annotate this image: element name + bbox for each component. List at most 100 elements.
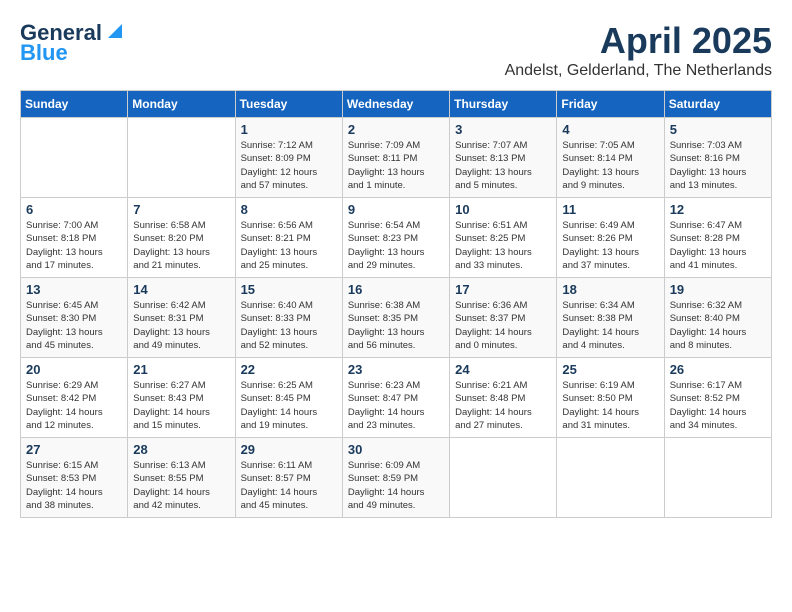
day-info: Sunrise: 6:25 AM Sunset: 8:45 PM Dayligh…: [241, 379, 337, 432]
day-number: 19: [670, 282, 766, 297]
week-row-4: 20 Sunrise: 6:29 AM Sunset: 8:42 PM Dayli…: [21, 358, 772, 438]
day-info: Sunrise: 7:09 AM Sunset: 8:11 PM Dayligh…: [348, 139, 444, 192]
calendar-cell-w5-d7: [664, 438, 771, 518]
calendar-cell-w1-d1: [21, 118, 128, 198]
calendar-cell-w1-d6: 4 Sunrise: 7:05 AM Sunset: 8:14 PM Daylig…: [557, 118, 664, 198]
day-number: 27: [26, 442, 122, 457]
calendar-cell-w3-d5: 17 Sunrise: 6:36 AM Sunset: 8:37 PM Dayli…: [450, 278, 557, 358]
day-info: Sunrise: 6:49 AM Sunset: 8:26 PM Dayligh…: [562, 219, 658, 272]
week-row-5: 27Sunrise: 6:15 AM Sunset: 8:53 PM Dayli…: [21, 438, 772, 518]
calendar-cell-w5-d6: [557, 438, 664, 518]
day-number: 10: [455, 202, 551, 217]
logo-triangle-icon: [104, 20, 126, 42]
day-info: Sunrise: 6:38 AM Sunset: 8:35 PM Dayligh…: [348, 299, 444, 352]
day-info: Sunrise: 6:13 AM Sunset: 8:55 PM Dayligh…: [133, 459, 229, 512]
calendar-cell-w2-d1: 6 Sunrise: 7:00 AM Sunset: 8:18 PM Daylig…: [21, 198, 128, 278]
day-info: Sunrise: 7:12 AM Sunset: 8:09 PM Dayligh…: [241, 139, 337, 192]
day-info: Sunrise: 6:58 AM Sunset: 8:20 PM Dayligh…: [133, 219, 229, 272]
day-info: Sunrise: 6:32 AM Sunset: 8:40 PM Dayligh…: [670, 299, 766, 352]
day-info: Sunrise: 6:21 AM Sunset: 8:48 PM Dayligh…: [455, 379, 551, 432]
calendar-cell-w4-d6: 25Sunrise: 6:19 AM Sunset: 8:50 PM Dayli…: [557, 358, 664, 438]
calendar-cell-w2-d4: 9 Sunrise: 6:54 AM Sunset: 8:23 PM Daylig…: [342, 198, 449, 278]
day-info: Sunrise: 6:42 AM Sunset: 8:31 PM Dayligh…: [133, 299, 229, 352]
day-info: Sunrise: 6:56 AM Sunset: 8:21 PM Dayligh…: [241, 219, 337, 272]
day-number: 15: [241, 282, 337, 297]
logo-blue: Blue: [20, 40, 68, 66]
day-info: Sunrise: 6:11 AM Sunset: 8:57 PM Dayligh…: [241, 459, 337, 512]
day-info: Sunrise: 6:45 AM Sunset: 8:30 PM Dayligh…: [26, 299, 122, 352]
day-number: 16: [348, 282, 444, 297]
day-info: Sunrise: 6:54 AM Sunset: 8:23 PM Dayligh…: [348, 219, 444, 272]
month-year-title: April 2025: [505, 20, 772, 62]
calendar-cell-w5-d2: 28 Sunrise: 6:13 AM Sunset: 8:55 PM Dayli…: [128, 438, 235, 518]
day-number: 18: [562, 282, 658, 297]
day-info: Sunrise: 6:29 AM Sunset: 8:42 PM Dayligh…: [26, 379, 122, 432]
calendar-cell-w4-d4: 23 Sunrise: 6:23 AM Sunset: 8:47 PM Dayli…: [342, 358, 449, 438]
calendar-cell-w3-d3: 15 Sunrise: 6:40 AM Sunset: 8:33 PM Dayli…: [235, 278, 342, 358]
day-number: 1: [241, 122, 337, 137]
day-number: 29: [241, 442, 337, 457]
day-number: 26: [670, 362, 766, 377]
calendar-cell-w1-d7: 5 Sunrise: 7:03 AM Sunset: 8:16 PM Daylig…: [664, 118, 771, 198]
day-number: 7: [133, 202, 229, 217]
day-info: Sunrise: 6:23 AM Sunset: 8:47 PM Dayligh…: [348, 379, 444, 432]
day-number: 8: [241, 202, 337, 217]
calendar-cell-w1-d2: [128, 118, 235, 198]
calendar-cell-w3-d7: 19 Sunrise: 6:32 AM Sunset: 8:40 PM Dayli…: [664, 278, 771, 358]
calendar-cell-w1-d3: 1 Sunrise: 7:12 AM Sunset: 8:09 PM Daylig…: [235, 118, 342, 198]
logo: General Blue: [20, 20, 126, 66]
day-info: Sunrise: 6:17 AM Sunset: 8:52 PM Dayligh…: [670, 379, 766, 432]
day-number: 11: [562, 202, 658, 217]
day-info: Sunrise: 6:34 AM Sunset: 8:38 PM Dayligh…: [562, 299, 658, 352]
day-number: 24: [455, 362, 551, 377]
day-number: 17: [455, 282, 551, 297]
week-row-1: 1 Sunrise: 7:12 AM Sunset: 8:09 PM Daylig…: [21, 118, 772, 198]
day-info: Sunrise: 6:40 AM Sunset: 8:33 PM Dayligh…: [241, 299, 337, 352]
calendar-table: Sunday Monday Tuesday Wednesday Thursday…: [20, 90, 772, 518]
day-number: 28: [133, 442, 229, 457]
day-number: 3: [455, 122, 551, 137]
page-header: General Blue April 2025 Andelst, Gelderl…: [20, 20, 772, 80]
day-number: 12: [670, 202, 766, 217]
day-number: 9: [348, 202, 444, 217]
day-number: 20: [26, 362, 122, 377]
calendar-cell-w3-d4: 16 Sunrise: 6:38 AM Sunset: 8:35 PM Dayli…: [342, 278, 449, 358]
day-number: 21: [133, 362, 229, 377]
calendar-cell-w4-d7: 26 Sunrise: 6:17 AM Sunset: 8:52 PM Dayli…: [664, 358, 771, 438]
day-number: 4: [562, 122, 658, 137]
location-subtitle: Andelst, Gelderland, The Netherlands: [505, 62, 772, 80]
header-wednesday: Wednesday: [342, 91, 449, 118]
calendar-cell-w3-d2: 14 Sunrise: 6:42 AM Sunset: 8:31 PM Dayli…: [128, 278, 235, 358]
calendar-cell-w2-d5: 10 Sunrise: 6:51 AM Sunset: 8:25 PM Dayli…: [450, 198, 557, 278]
calendar-header-row: Sunday Monday Tuesday Wednesday Thursday…: [21, 91, 772, 118]
day-info: Sunrise: 6:51 AM Sunset: 8:25 PM Dayligh…: [455, 219, 551, 272]
day-number: 13: [26, 282, 122, 297]
header-thursday: Thursday: [450, 91, 557, 118]
calendar-cell-w3-d1: 13 Sunrise: 6:45 AM Sunset: 8:30 PM Dayli…: [21, 278, 128, 358]
calendar-cell-w4-d1: 20 Sunrise: 6:29 AM Sunset: 8:42 PM Dayli…: [21, 358, 128, 438]
header-friday: Friday: [557, 91, 664, 118]
calendar-cell-w5-d4: 30 Sunrise: 6:09 AM Sunset: 8:59 PM Dayli…: [342, 438, 449, 518]
calendar-cell-w4-d2: 21Sunrise: 6:27 AM Sunset: 8:43 PM Dayli…: [128, 358, 235, 438]
day-info: Sunrise: 7:03 AM Sunset: 8:16 PM Dayligh…: [670, 139, 766, 192]
day-number: 30: [348, 442, 444, 457]
day-number: 23: [348, 362, 444, 377]
day-number: 22: [241, 362, 337, 377]
day-info: Sunrise: 6:47 AM Sunset: 8:28 PM Dayligh…: [670, 219, 766, 272]
day-info: Sunrise: 7:00 AM Sunset: 8:18 PM Dayligh…: [26, 219, 122, 272]
day-number: 6: [26, 202, 122, 217]
calendar-cell-w1-d5: 3 Sunrise: 7:07 AM Sunset: 8:13 PM Daylig…: [450, 118, 557, 198]
calendar-cell-w5-d5: [450, 438, 557, 518]
day-info: Sunrise: 7:05 AM Sunset: 8:14 PM Dayligh…: [562, 139, 658, 192]
calendar-cell-w5-d1: 27Sunrise: 6:15 AM Sunset: 8:53 PM Dayli…: [21, 438, 128, 518]
day-info: Sunrise: 6:36 AM Sunset: 8:37 PM Dayligh…: [455, 299, 551, 352]
calendar-cell-w2-d2: 7 Sunrise: 6:58 AM Sunset: 8:20 PM Daylig…: [128, 198, 235, 278]
day-number: 14: [133, 282, 229, 297]
title-section: April 2025 Andelst, Gelderland, The Neth…: [505, 20, 772, 80]
day-info: Sunrise: 7:07 AM Sunset: 8:13 PM Dayligh…: [455, 139, 551, 192]
day-number: 5: [670, 122, 766, 137]
header-monday: Monday: [128, 91, 235, 118]
calendar-cell-w4-d5: 24 Sunrise: 6:21 AM Sunset: 8:48 PM Dayli…: [450, 358, 557, 438]
day-info: Sunrise: 6:09 AM Sunset: 8:59 PM Dayligh…: [348, 459, 444, 512]
day-number: 25: [562, 362, 658, 377]
